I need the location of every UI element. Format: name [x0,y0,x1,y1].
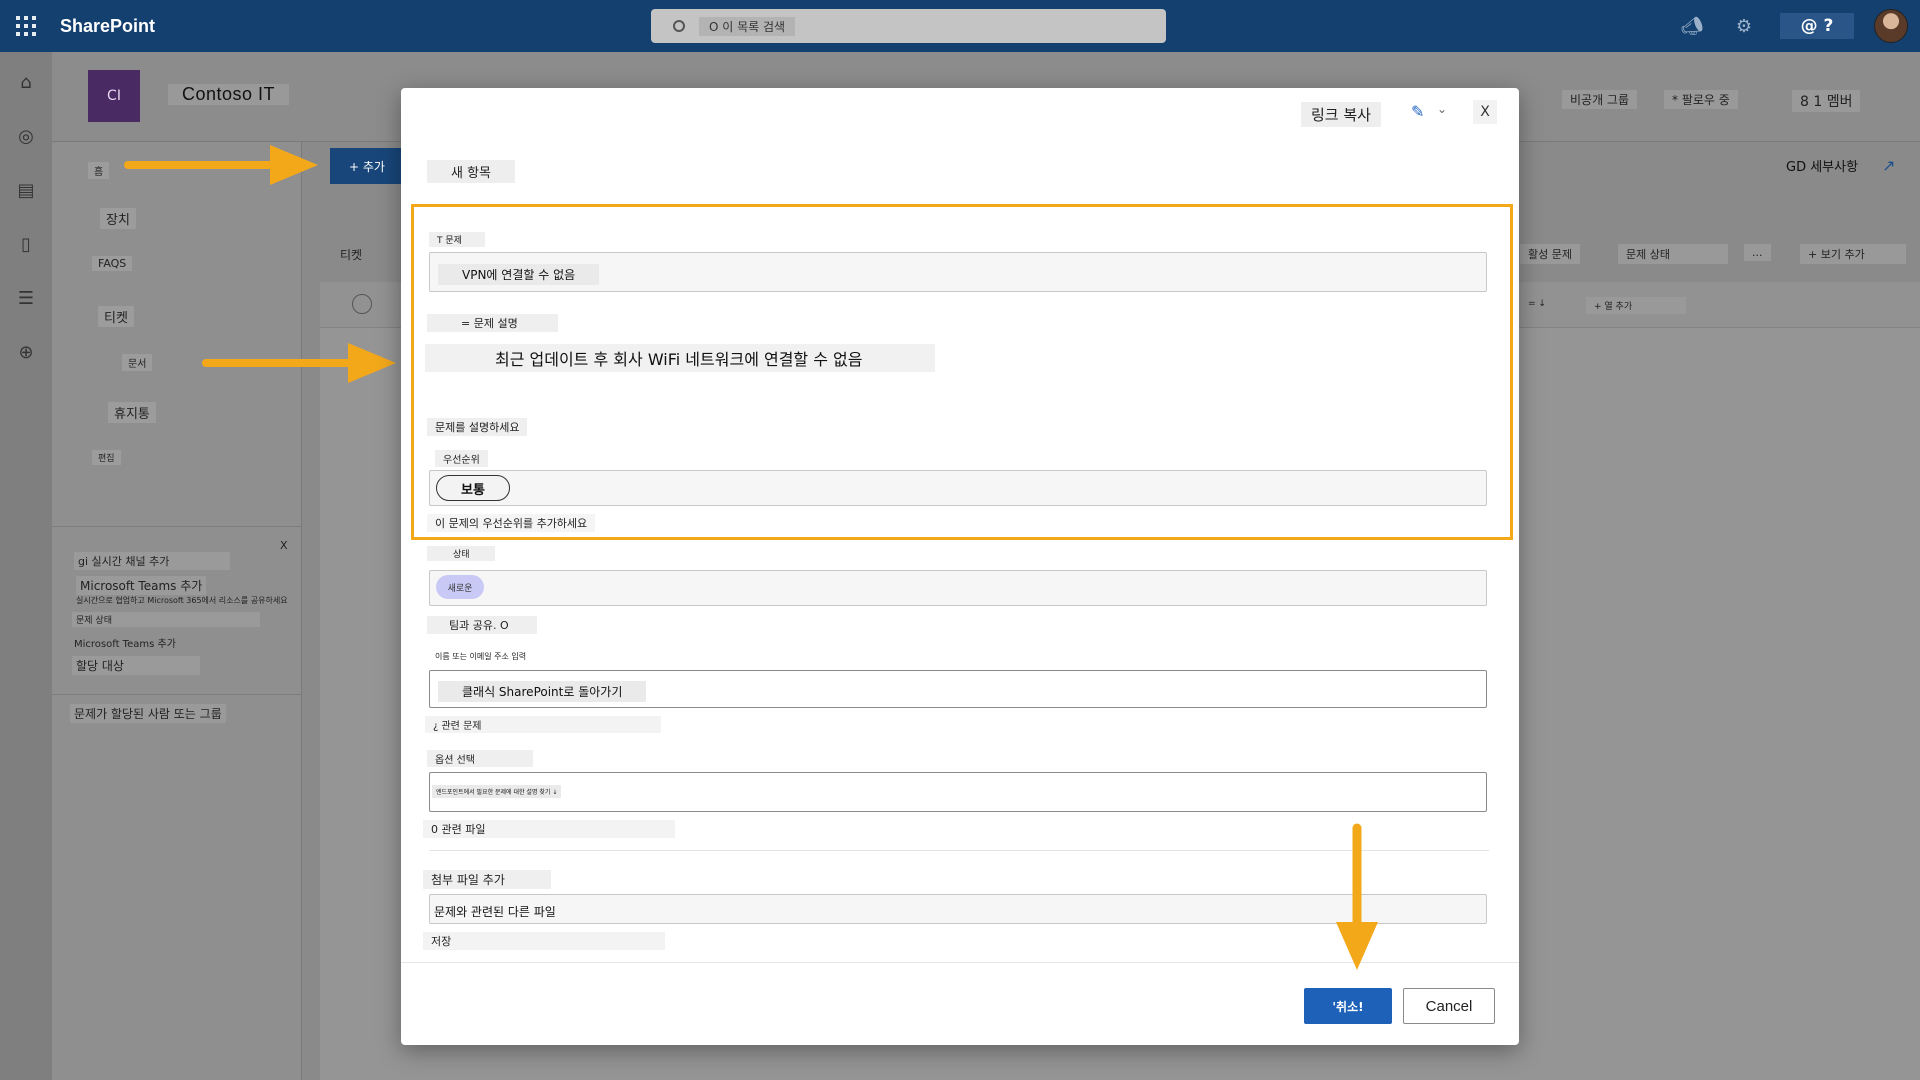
options-label: 옵션 선택 [427,750,533,767]
priority-pill[interactable]: 보통 [436,475,510,501]
globe-icon[interactable]: ◎ [0,109,52,163]
left-nav: 흠 장치 FAQS 티켓 문서 휴지통 편집 X gi 실시간 채널 추가 Mi… [52,142,302,1080]
site-title[interactable]: Contoso IT [168,84,290,105]
search-input[interactable]: O 이 목록 검색 [651,9,1166,43]
members-button[interactable]: 8 1 멤버 [1792,90,1861,112]
nav-item-home[interactable]: 흠 [88,162,110,179]
issue-label: T 문제 [429,232,485,247]
attachments-label: 첨부 파일 추가 [423,870,551,889]
add-view-button[interactable]: + 보기 추가 [1800,244,1906,264]
description-field[interactable]: 최근 업데이트 후 회사 WiFi 네트워크에 연결할 수 없음 [425,344,935,372]
suite-bar: SharePoint O 이 목록 검색 📣︎ ⚙ @ ? [0,0,1920,52]
share-icon[interactable]: ⚙ [1718,0,1770,52]
divider [52,694,302,695]
tab-tickets[interactable]: 티켓 [332,244,370,265]
home-icon[interactable]: ⌂ [0,55,52,109]
related-issues-label: ¿ 관련 문제 [425,716,661,733]
tab-issue-status[interactable]: 문제 상태 [1618,244,1728,264]
assignee-hint: 문제가 할당된 사람 또는 그룹 [70,704,226,723]
details-button[interactable]: GD 세부사항 [1786,156,1858,175]
app-rail: ⌂ ◎ ▤ ▯ ☰ ⊕ [0,52,52,1080]
create-icon[interactable]: ⊕ [0,325,52,379]
nav-item-devices[interactable]: 장치 [100,208,136,229]
search-icon [673,20,685,32]
priority-field[interactable]: 보통 [429,470,1487,506]
panel-description: 실시간으로 협업하고 Microsoft 365에서 리소스를 공유하세요 [76,596,288,605]
megaphone-icon[interactable]: 📣︎ [1666,0,1718,52]
description-hint: 문제를 설명하세요 [427,418,528,436]
arrow-right-icon [202,343,396,383]
options-dropdown[interactable]: 엔드포인트에서 필요한 문제에 대한 설명 찾기 ↓ [429,772,1487,812]
dialog-toolbar: 링크 복사 ✎ ⌄ X [401,88,1519,144]
status-field[interactable]: 새로운 [429,570,1487,606]
assigned-to-label: 할당 대상 [72,656,200,675]
panel-title: gi 실시간 채널 추가 [74,552,230,570]
assigned-field[interactable]: 클래식 SharePoint로 돌아가기 [429,670,1487,708]
search-placeholder: O 이 목록 검색 [699,16,796,36]
more-views-button[interactable]: ... [1744,244,1771,261]
nav-item-documents[interactable]: 문서 [122,354,153,371]
chevron-down-icon[interactable]: ⌄ [1437,102,1447,116]
nav-item-edit[interactable]: 편집 [92,450,121,465]
description-label: = 문제 설명 [427,314,558,332]
close-icon[interactable]: X [276,538,292,553]
app-launcher-icon[interactable] [0,0,52,52]
column-sort[interactable]: = ↓ [1520,297,1554,311]
divider [52,526,302,527]
add-new-button[interactable]: + 추가 [330,148,404,184]
issue-field[interactable]: VPN에 연결할 수 없음 [429,252,1487,292]
copy-link-button[interactable]: 링크 복사 [1301,102,1381,127]
add-teams-link-secondary[interactable]: Microsoft Teams 추가 [70,634,180,651]
options-value: 엔드포인트에서 필요한 문제에 대한 설명 찾기 ↓ [432,785,562,798]
nav-item-faqs[interactable]: FAQS [92,256,133,271]
arrow-down-icon [1336,823,1378,970]
status-pill[interactable]: 새로운 [436,575,484,599]
expand-icon[interactable]: ↗ [1882,156,1895,175]
assigned-value: 클래식 SharePoint로 돌아가기 [438,681,647,702]
priority-hint: 이 문제의 우선순위를 추가하세요 [427,514,596,532]
status-label: 상태 [427,546,495,561]
assigned-label: 이름 또는 이메일 주소 입력 [435,652,527,661]
tab-active-issues[interactable]: 활성 문제 [1520,244,1580,264]
avatar[interactable] [1874,9,1908,43]
list-icon[interactable]: ☰ [0,271,52,325]
file-icon[interactable]: ▯ [0,217,52,271]
nav-item-tickets[interactable]: 티켓 [98,306,134,327]
attachments-value: 문제와 관련된 다른 파일 [434,905,556,919]
arrow-right-icon [124,145,318,185]
site-logo[interactable]: CI [88,70,140,122]
help-button[interactable]: @ ? [1780,13,1854,39]
divider [429,850,1489,851]
issue-value: VPN에 연결할 수 없음 [438,264,600,285]
follow-button[interactable]: * 팔로우 중 [1664,90,1738,109]
app-name[interactable]: SharePoint [60,16,155,37]
attachments-field[interactable]: 문제와 관련된 다른 파일 [429,894,1487,924]
related-files-label: 0 관련 파일 [423,820,675,838]
select-all-checkbox[interactable] [352,294,372,314]
priority-label: 우선순위 [435,450,488,467]
privacy-label: 비공개 그룹 [1562,90,1638,109]
close-button[interactable]: X [1473,100,1497,124]
dialog-title: 새 항목 [427,160,516,183]
nav-item-recycle-bin[interactable]: 휴지통 [108,402,156,423]
add-teams-link[interactable]: Microsoft Teams 추가 [76,576,207,595]
add-column-button[interactable]: + 열 추가 [1586,297,1686,314]
panel-status: 문제 상태 [72,612,260,627]
status-hint: 팀과 공유. O [427,616,537,634]
save-button[interactable]: '취소! [1304,988,1392,1024]
edit-form-icon[interactable]: ✎ [1411,102,1433,122]
save-label: 저장 [423,932,665,950]
news-icon[interactable]: ▤ [0,163,52,217]
cancel-button[interactable]: Cancel [1403,988,1495,1024]
